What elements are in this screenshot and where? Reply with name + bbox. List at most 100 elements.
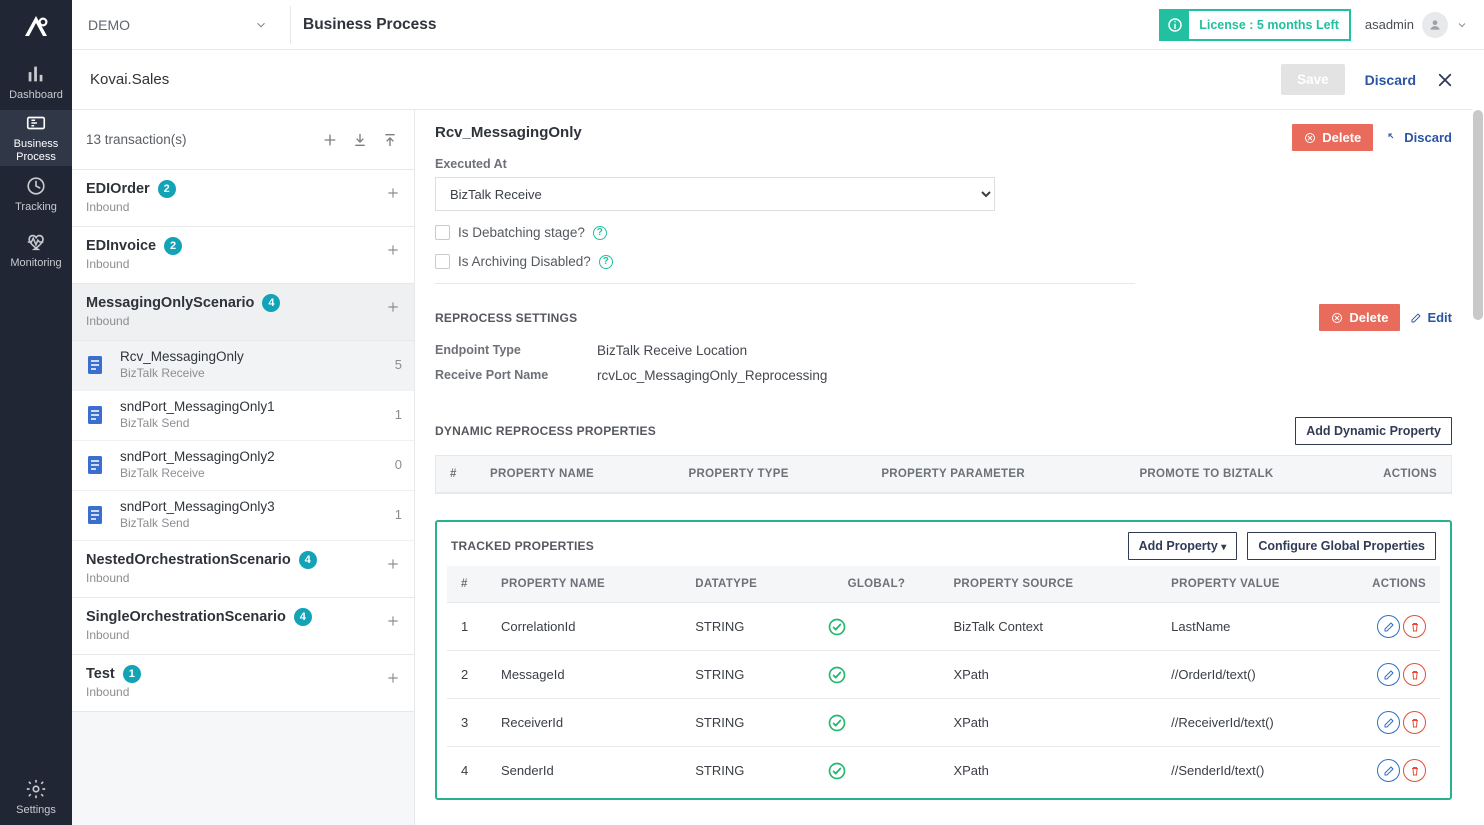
executed-at-label: Executed At [435,157,1135,171]
user-menu[interactable]: asadmin [1365,12,1468,38]
user-name: asadmin [1365,17,1414,32]
help-icon[interactable]: ? [599,255,613,269]
table-row: 3ReceiverIdSTRINGXPath//ReceiverId/text(… [447,699,1440,747]
detail-panel: Rcv_MessagingOnly Delete Discard Execute… [415,110,1472,825]
receive-port-value: rcvLoc_MessagingOnly_Reprocessing [597,368,1135,383]
table-row: 1CorrelationIdSTRINGBizTalk ContextLastN… [447,603,1440,651]
process-name: Kovai.Sales [90,71,169,88]
endpoint-type-label: Endpoint Type [435,343,585,358]
add-stage-button[interactable] [386,294,400,314]
global-check-icon [813,747,939,795]
chevron-down-icon [254,18,268,32]
add-stage-button[interactable] [386,551,400,571]
reprocess-edit-button[interactable]: Edit [1410,304,1452,331]
table-row: 2MessageIdSTRINGXPath//OrderId/text() [447,651,1440,699]
add-stage-button[interactable] [386,608,400,628]
transaction-item[interactable]: SingleOrchestrationScenario4Inbound [72,598,414,655]
nav-business-process[interactable]: Business Process [0,110,72,166]
transaction-meta: Inbound [86,685,386,699]
count-badge: 4 [262,294,280,312]
transaction-item[interactable]: EDInvoice2Inbound [72,227,414,284]
global-check-icon [813,699,939,747]
global-check-icon [813,603,939,651]
nav-monitoring-label: Monitoring [10,257,61,269]
download-button[interactable] [350,130,370,150]
caret-down-icon: ▾ [1221,542,1226,553]
stage-item[interactable]: sndPort_MessagingOnly1BizTalk Send1 [72,391,414,441]
license-text: License : 5 months Left [1189,18,1349,32]
stage-item[interactable]: Rcv_MessagingOnlyBizTalk Receive5 [72,341,414,391]
save-button[interactable]: Save [1281,64,1345,95]
global-check-icon [813,651,939,699]
nav-settings-label: Settings [16,804,56,816]
sub-header: Kovai.Sales Save Discard [72,50,1472,110]
transaction-toolbar: 13 transaction(s) [72,110,414,170]
org-name: DEMO [88,17,130,33]
row-edit-button[interactable] [1377,759,1400,782]
scrollbar-thumb[interactable] [1473,110,1483,320]
count-badge: 4 [299,551,317,569]
avatar-icon [1422,12,1448,38]
row-delete-button[interactable] [1403,711,1426,734]
page-title: Business Process [303,16,437,34]
left-sidebar: Dashboard Business Process Tracking Moni… [0,0,72,825]
archive-label: Is Archiving Disabled? [458,254,591,269]
row-delete-button[interactable] [1403,615,1426,638]
transaction-item[interactable]: MessagingOnlyScenario4Inbound [72,284,414,341]
add-stage-button[interactable] [386,180,400,200]
dynamic-title: DYNAMIC REPROCESS PROPERTIES [435,424,656,438]
tracked-properties-section: TRACKED PROPERTIES Add Property ▾ Config… [435,520,1452,800]
stage-item[interactable]: sndPort_MessagingOnly2BizTalk Receive0 [72,441,414,491]
transaction-meta: Inbound [86,571,386,585]
tracked-title: TRACKED PROPERTIES [451,539,594,553]
delete-button[interactable]: Delete [1292,124,1373,151]
nav-dashboard-label: Dashboard [9,89,63,101]
add-stage-button[interactable] [386,665,400,685]
transaction-meta: Inbound [86,628,386,642]
add-property-button[interactable]: Add Property ▾ [1128,532,1238,560]
transaction-item[interactable]: NestedOrchestrationScenario4Inbound [72,541,414,598]
discard-link[interactable]: Discard [1365,72,1416,88]
count-badge: 2 [158,180,176,198]
org-selector[interactable]: DEMO [88,0,278,50]
row-edit-button[interactable] [1377,615,1400,638]
info-icon [1161,11,1189,39]
close-button[interactable] [1436,71,1454,89]
transaction-panel: 13 transaction(s) EDIOrder2InboundEDInvo… [72,110,415,825]
nav-tracking[interactable]: Tracking [0,166,72,222]
add-stage-button[interactable] [386,237,400,257]
transaction-item[interactable]: Test1Inbound [72,655,414,712]
discard-button[interactable]: Discard [1387,130,1452,145]
transaction-item[interactable]: EDIOrder2Inbound [72,170,414,227]
nav-bp-label: Business Process [14,138,59,163]
tracked-properties-table: # PROPERTY NAME DATATYPE GLOBAL? PROPERT… [447,566,1440,794]
executed-at-select[interactable]: BizTalk Receive [435,177,995,211]
nav-dashboard[interactable]: Dashboard [0,54,72,110]
transaction-meta: Inbound [86,257,386,271]
transaction-count: 13 transaction(s) [86,132,187,147]
scrollbar[interactable] [1472,110,1484,825]
chevron-down-icon [1456,19,1468,31]
row-delete-button[interactable] [1403,663,1426,686]
reprocess-delete-button[interactable]: Delete [1319,304,1400,331]
nav-monitoring[interactable]: Monitoring [0,222,72,278]
logo-icon [0,0,72,54]
count-badge: 4 [294,608,312,626]
debatch-label: Is Debatching stage? [458,225,585,240]
upload-button[interactable] [380,130,400,150]
row-delete-button[interactable] [1403,759,1426,782]
row-edit-button[interactable] [1377,711,1400,734]
count-badge: 2 [164,237,182,255]
add-transaction-button[interactable] [320,130,340,150]
archive-checkbox[interactable] [435,254,450,269]
help-icon[interactable]: ? [593,226,607,240]
configure-global-button[interactable]: Configure Global Properties [1247,532,1436,560]
add-dynamic-property-button[interactable]: Add Dynamic Property [1295,417,1452,445]
nav-settings[interactable]: Settings [0,769,72,825]
stage-item[interactable]: sndPort_MessagingOnly3BizTalk Send1 [72,491,414,541]
dynamic-properties-table: # PROPERTY NAME PROPERTY TYPE PROPERTY P… [436,456,1451,493]
row-edit-button[interactable] [1377,663,1400,686]
debatch-checkbox[interactable] [435,225,450,240]
endpoint-type-value: BizTalk Receive Location [597,343,1135,358]
license-badge[interactable]: License : 5 months Left [1159,9,1351,41]
